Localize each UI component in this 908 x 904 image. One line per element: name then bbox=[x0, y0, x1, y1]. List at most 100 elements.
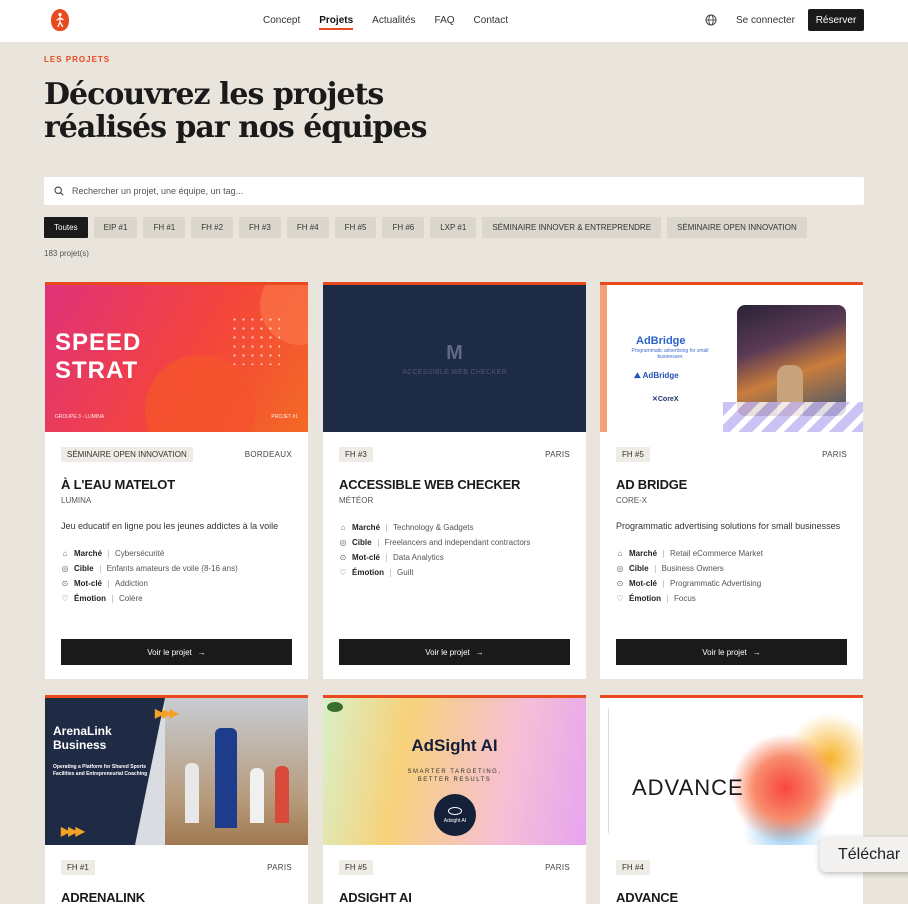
filter-chip-fh6[interactable]: FH #6 bbox=[382, 217, 425, 238]
city-label: PARIS bbox=[822, 450, 847, 459]
filter-chips: Toutes EIP #1 FH #1 FH #2 FH #3 FH #4 FH… bbox=[44, 217, 807, 238]
project-card: ArenaLink Business Operating a Platform f… bbox=[45, 695, 308, 904]
cover-footer-left: GROUPE 3 - LUMINA bbox=[55, 414, 105, 420]
nav-links: Concept Projets Actualités FAQ Contact bbox=[263, 0, 508, 42]
cover-title: ADVANCE bbox=[632, 775, 744, 800]
filter-chip-seminaire-open[interactable]: SÉMINAIRE OPEN INNOVATION bbox=[667, 217, 807, 238]
arrow-right-icon: → bbox=[197, 647, 206, 657]
project-cover[interactable]: ArenaLink Business Operating a Platform f… bbox=[45, 698, 308, 845]
filter-chip-seminaire-innover[interactable]: SÉMINAIRE INNOVER & ENTREPRENDRE bbox=[482, 217, 662, 238]
nav-link-projets[interactable]: Projets bbox=[319, 0, 353, 42]
project-card: SPEED STRAT GROUPE 3 - LUMINA PROJET #1 S… bbox=[45, 282, 308, 679]
nav-link-faq[interactable]: FAQ bbox=[435, 0, 455, 42]
edition-badge: FH #5 bbox=[616, 447, 650, 462]
nav-link-actualites[interactable]: Actualités bbox=[372, 0, 415, 42]
heart-icon: ♡ bbox=[61, 593, 69, 603]
project-count: 183 projet(s) bbox=[44, 249, 89, 258]
heart-icon: ♡ bbox=[616, 593, 624, 603]
search-bar bbox=[44, 177, 864, 205]
reserve-button[interactable]: Réserver bbox=[808, 9, 864, 31]
project-cover[interactable]: AdSight AI SMARTER TARGETING, BETTER RESU… bbox=[323, 698, 586, 845]
project-title[interactable]: ADRENALINK bbox=[61, 890, 292, 904]
section-eyebrow: LES PROJETS bbox=[44, 55, 111, 64]
filter-chip-fh4[interactable]: FH #4 bbox=[286, 217, 329, 238]
search-input[interactable] bbox=[72, 186, 832, 196]
project-card: M ACCESSIBLE WEB CHECKER FH #3 PARIS ACC… bbox=[323, 282, 586, 679]
cover-subtitle: Operating a Platform for Shared Sports F… bbox=[53, 764, 148, 777]
filter-chip-fh3[interactable]: FH #3 bbox=[239, 217, 281, 238]
filter-chip-fh2[interactable]: FH #2 bbox=[191, 217, 234, 238]
runner-icon bbox=[56, 12, 64, 28]
filter-chip-toutes[interactable]: Toutes bbox=[44, 217, 88, 238]
badge-icon bbox=[327, 702, 343, 712]
view-project-button[interactable]: Voir le projet → bbox=[339, 639, 570, 665]
filter-chip-eip1[interactable]: EIP #1 bbox=[93, 217, 138, 238]
search-icon bbox=[54, 186, 64, 196]
edition-badge: FH #5 bbox=[339, 860, 373, 875]
target-icon: ◎ bbox=[616, 563, 624, 573]
team-name: CORE-X bbox=[616, 496, 648, 505]
cover-title: ACCESSIBLE WEB CHECKER bbox=[402, 368, 507, 376]
cover-monogram: M bbox=[446, 341, 463, 364]
cover-brand: AdBridge bbox=[636, 335, 686, 347]
page-title: Découvrez les projets réalisés par nos é… bbox=[44, 77, 427, 145]
cover-title: ArenaLink Business bbox=[53, 724, 112, 752]
project-description: Programmatic advertising solutions for s… bbox=[616, 521, 841, 531]
cover-logo: Adsight AI bbox=[434, 794, 476, 836]
top-nav: Concept Projets Actualités FAQ Contact S… bbox=[0, 0, 908, 42]
project-cover[interactable]: SPEED STRAT GROUPE 3 - LUMINA PROJET #1 bbox=[45, 285, 308, 432]
arrow-right-icon: → bbox=[752, 647, 761, 657]
filter-chip-fh5[interactable]: FH #5 bbox=[334, 217, 377, 238]
project-cover[interactable]: ADVANCE bbox=[600, 698, 863, 845]
corex-logo: ✕CoreX bbox=[652, 396, 679, 403]
edition-badge: FH #4 bbox=[616, 860, 650, 875]
project-title[interactable]: ADVANCE bbox=[616, 890, 847, 904]
heart-icon: ♡ bbox=[339, 567, 347, 577]
keyword-icon: ⊙ bbox=[61, 578, 69, 588]
target-icon: ◎ bbox=[61, 563, 69, 573]
view-project-button[interactable]: Voir le projet → bbox=[61, 639, 292, 665]
download-floating-button[interactable]: Téléchar bbox=[820, 837, 908, 872]
target-icon: ◎ bbox=[339, 537, 347, 547]
arrows-icon: ▶▶▶ bbox=[155, 706, 179, 720]
nav-link-contact[interactable]: Contact bbox=[474, 0, 508, 42]
project-card: AdBridge Programmatic advertising for sm… bbox=[600, 282, 863, 679]
project-card: AdSight AI SMARTER TARGETING, BETTER RESU… bbox=[323, 695, 586, 904]
project-cover[interactable]: AdBridge Programmatic advertising for sm… bbox=[600, 285, 863, 432]
arrows-icon: ▶▶▶ bbox=[61, 824, 85, 838]
market-icon: ⌂ bbox=[62, 548, 68, 558]
login-link[interactable]: Se connecter bbox=[736, 0, 795, 42]
city-label: BORDEAUX bbox=[244, 450, 292, 459]
edition-badge: SÉMINAIRE OPEN INNOVATION bbox=[61, 447, 193, 462]
team-name: MÉTÉOR bbox=[339, 496, 374, 505]
view-project-button[interactable]: Voir le projet → bbox=[616, 639, 847, 665]
market-icon: ⌂ bbox=[617, 548, 623, 558]
filter-chip-lxp1[interactable]: LXP #1 bbox=[430, 217, 477, 238]
eye-icon bbox=[448, 806, 462, 815]
project-title[interactable]: ADSIGHT AI bbox=[339, 890, 570, 904]
city-label: PARIS bbox=[545, 863, 570, 872]
project-title[interactable]: ACCESSIBLE WEB CHECKER bbox=[339, 477, 570, 492]
globe-icon[interactable] bbox=[705, 14, 717, 26]
project-cover[interactable]: M ACCESSIBLE WEB CHECKER bbox=[323, 285, 586, 432]
cover-tagline: Programmatic advertising for small busin… bbox=[631, 348, 709, 360]
project-title[interactable]: AD BRIDGE bbox=[616, 477, 847, 492]
cover-footer-right: PROJET #1 bbox=[271, 414, 298, 420]
edition-badge: FH #1 bbox=[61, 860, 95, 875]
brand-logo[interactable] bbox=[51, 9, 69, 31]
cover-subtitle: SMARTER TARGETING, BETTER RESULTS bbox=[407, 769, 502, 783]
project-title[interactable]: À L'EAU MATELOT bbox=[61, 477, 292, 492]
city-label: PARIS bbox=[267, 863, 292, 872]
edition-badge: FH #3 bbox=[339, 447, 373, 462]
team-name: LUMINA bbox=[61, 496, 92, 505]
cover-title: AdSight AI bbox=[411, 736, 498, 755]
nav-link-concept[interactable]: Concept bbox=[263, 0, 300, 42]
project-description: Jeu educatif en ligne pou les jeunes add… bbox=[61, 521, 279, 531]
arrow-right-icon: → bbox=[475, 647, 484, 657]
keyword-icon: ⊙ bbox=[616, 578, 624, 588]
city-label: PARIS bbox=[545, 450, 570, 459]
filter-chip-fh1[interactable]: FH #1 bbox=[143, 217, 186, 238]
market-icon: ⌂ bbox=[340, 522, 346, 532]
cover-title: SPEED STRAT bbox=[55, 329, 142, 384]
cover-photo bbox=[737, 305, 846, 416]
